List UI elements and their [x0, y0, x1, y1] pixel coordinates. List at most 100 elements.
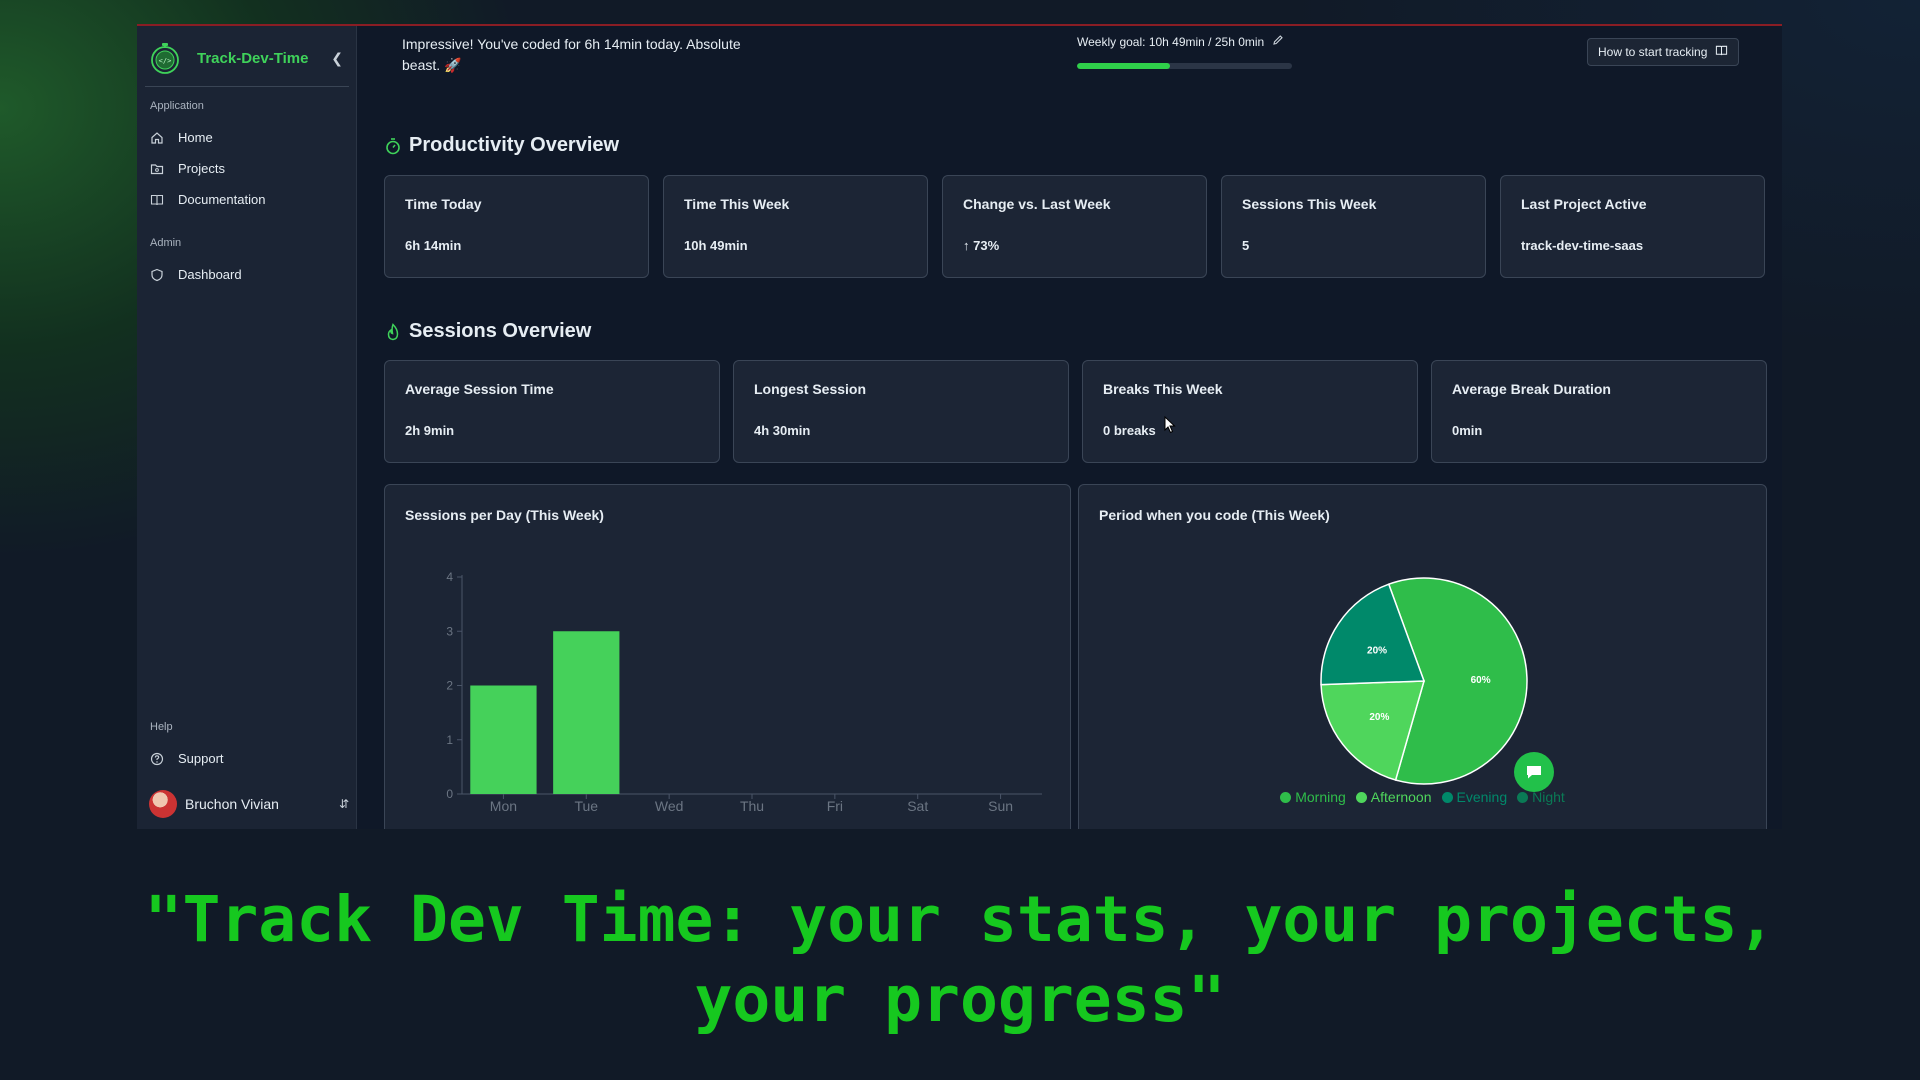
- chart-legend: Morning Afternoon Evening Night: [1079, 789, 1766, 805]
- legend-swatch: [1280, 791, 1292, 803]
- motivation-message: Impressive! You've coded for 6h 14min to…: [402, 36, 741, 73]
- card-value: track-dev-time-saas: [1521, 238, 1644, 253]
- x-tick-label: Wed: [655, 798, 684, 814]
- sidebar-item-label: Dashboard: [178, 267, 242, 282]
- card-title: Average Break Duration: [1452, 381, 1611, 397]
- shield-icon: [150, 268, 164, 282]
- group-label: Admin: [150, 237, 182, 249]
- user-name: Bruchon Vivian: [185, 796, 279, 812]
- pencil-icon[interactable]: [1272, 34, 1284, 49]
- chat-button[interactable]: [1514, 752, 1554, 792]
- x-tick-label: Sat: [907, 798, 928, 814]
- caption-line-1: "Track Dev Time: your stats, your projec…: [144, 883, 1776, 956]
- brand[interactable]: </> Track-Dev-Time ❮: [147, 34, 347, 82]
- sidebar-item-support[interactable]: Support: [137, 743, 357, 774]
- productivity-overview-title: Productivity Overview: [385, 134, 619, 157]
- sidebar-item-projects[interactable]: Projects: [137, 153, 357, 184]
- legend-label: Evening: [1456, 789, 1508, 805]
- book-open-icon: [1715, 44, 1728, 60]
- chevron-up-down-icon: ⇵: [338, 797, 349, 811]
- chat-bubble-icon: [1527, 766, 1541, 779]
- avatar: [149, 790, 177, 818]
- sidebar-item-home[interactable]: Home: [137, 122, 357, 153]
- card-value: 4h 30min: [754, 423, 811, 438]
- group-label: Help: [150, 721, 173, 733]
- legend-item-night[interactable]: Night: [1517, 789, 1565, 805]
- pie-data-label: 20%: [1369, 712, 1389, 723]
- stat-card-change-vs-last-week: Change vs. Last Week ↑ 73%: [942, 175, 1207, 278]
- sidebar-item-documentation[interactable]: Documentation: [137, 184, 357, 215]
- weekly-goal-progress: [1077, 63, 1292, 69]
- y-tick-label: 3: [446, 624, 453, 638]
- bar-tue: [553, 631, 620, 794]
- sidebar-item-dashboard[interactable]: Dashboard: [137, 259, 357, 290]
- sidebar-item-label: Projects: [178, 161, 225, 176]
- stat-card-time-this-week: Time This Week 10h 49min: [663, 175, 928, 278]
- sidebar-item-label: Support: [178, 751, 224, 766]
- coding-period-chart: 60% 20% 20%: [1320, 577, 1528, 785]
- card-title: Time This Week: [684, 196, 790, 212]
- stat-card-average-session-time: Average Session Time 2h 9min: [384, 360, 720, 463]
- sidebar: </> Track-Dev-Time ❮ Application Home Pr…: [137, 26, 357, 829]
- stat-card-average-break-duration: Average Break Duration 0min: [1431, 360, 1767, 463]
- how-to-start-tracking-label: How to start tracking: [1598, 45, 1708, 59]
- sidebar-group-help: Help Support: [137, 721, 357, 774]
- how-to-start-tracking-button[interactable]: How to start tracking: [1587, 38, 1740, 66]
- sessions-overview-title: Sessions Overview: [385, 320, 591, 343]
- legend-label: Afternoon: [1370, 789, 1432, 805]
- card-value: 2h 9min: [405, 423, 455, 438]
- caption: "Track Dev Time: your stats, your projec…: [0, 880, 1920, 1040]
- brand-name: Track-Dev-Time: [197, 49, 309, 67]
- legend-item-evening[interactable]: Evening: [1441, 789, 1508, 805]
- card-title: Average Session Time: [405, 381, 554, 397]
- home-icon: [150, 131, 164, 145]
- mouse-cursor-icon: [1164, 416, 1176, 434]
- bar-mon: [470, 685, 537, 794]
- x-tick-label: Sun: [988, 798, 1013, 814]
- section-title-text: Sessions Overview: [409, 320, 592, 342]
- card-title: Time Today: [405, 196, 482, 212]
- x-tick-label: Thu: [740, 798, 764, 814]
- timer-icon: [385, 137, 401, 155]
- section-title-text: Productivity Overview: [409, 134, 620, 156]
- user-menu[interactable]: Bruchon Vivian ⇵: [149, 786, 349, 822]
- weekly-goal-progress-fill: [1077, 63, 1171, 69]
- sidebar-group-admin: Admin Dashboard: [137, 237, 357, 290]
- card-title: Last Project Active: [1521, 196, 1647, 212]
- x-tick-label: Tue: [574, 798, 598, 814]
- folder-icon: [150, 162, 164, 176]
- card-value: ↑ 73%: [963, 238, 1000, 253]
- chevron-left-icon[interactable]: ❮: [331, 50, 343, 67]
- legend-label: Morning: [1295, 789, 1346, 805]
- y-tick-label: 2: [446, 679, 453, 693]
- card-value: 6h 14min: [405, 238, 462, 253]
- sessions-per-day-card: Sessions per Day (This Week) 0 1 2 3 4 Mon Tue…: [384, 484, 1071, 829]
- y-tick-label: 0: [446, 787, 453, 801]
- weekly-goal-text: Weekly goal: 10h 49min / 25h 0min: [1077, 34, 1265, 49]
- card-title: Longest Session: [754, 381, 867, 397]
- x-tick-label: Fri: [827, 798, 843, 814]
- legend-swatch: [1355, 791, 1367, 803]
- legend-item-morning[interactable]: Morning: [1280, 789, 1346, 805]
- card-title: Breaks This Week: [1103, 381, 1223, 397]
- app-window: </> Track-Dev-Time ❮ Application Home Pr…: [137, 24, 1782, 829]
- flame-icon: [385, 322, 401, 341]
- card-value: 0 breaks: [1103, 423, 1156, 438]
- legend-swatch: [1517, 791, 1529, 803]
- y-tick-label: 1: [446, 733, 453, 747]
- caption-line-2: your progress": [694, 963, 1226, 1036]
- card-title: Change vs. Last Week: [963, 196, 1111, 212]
- main-content: Impressive! You've coded for 6h 14min to…: [357, 26, 1782, 829]
- svg-text:</>: </>: [159, 57, 172, 65]
- weekly-goal: Weekly goal: 10h 49min / 25h 0min: [1077, 34, 1307, 69]
- card-value: 10h 49min: [684, 238, 748, 253]
- card-value: 5: [1242, 238, 1250, 253]
- group-label: Application: [150, 100, 204, 112]
- stat-card-longest-session: Longest Session 4h 30min: [733, 360, 1069, 463]
- help-circle-icon: [150, 752, 164, 766]
- legend-item-afternoon[interactable]: Afternoon: [1355, 789, 1432, 805]
- book-icon: [150, 193, 164, 207]
- pie-data-label: 60%: [1471, 675, 1491, 686]
- legend-swatch: [1441, 791, 1453, 803]
- x-tick-label: Mon: [490, 798, 517, 814]
